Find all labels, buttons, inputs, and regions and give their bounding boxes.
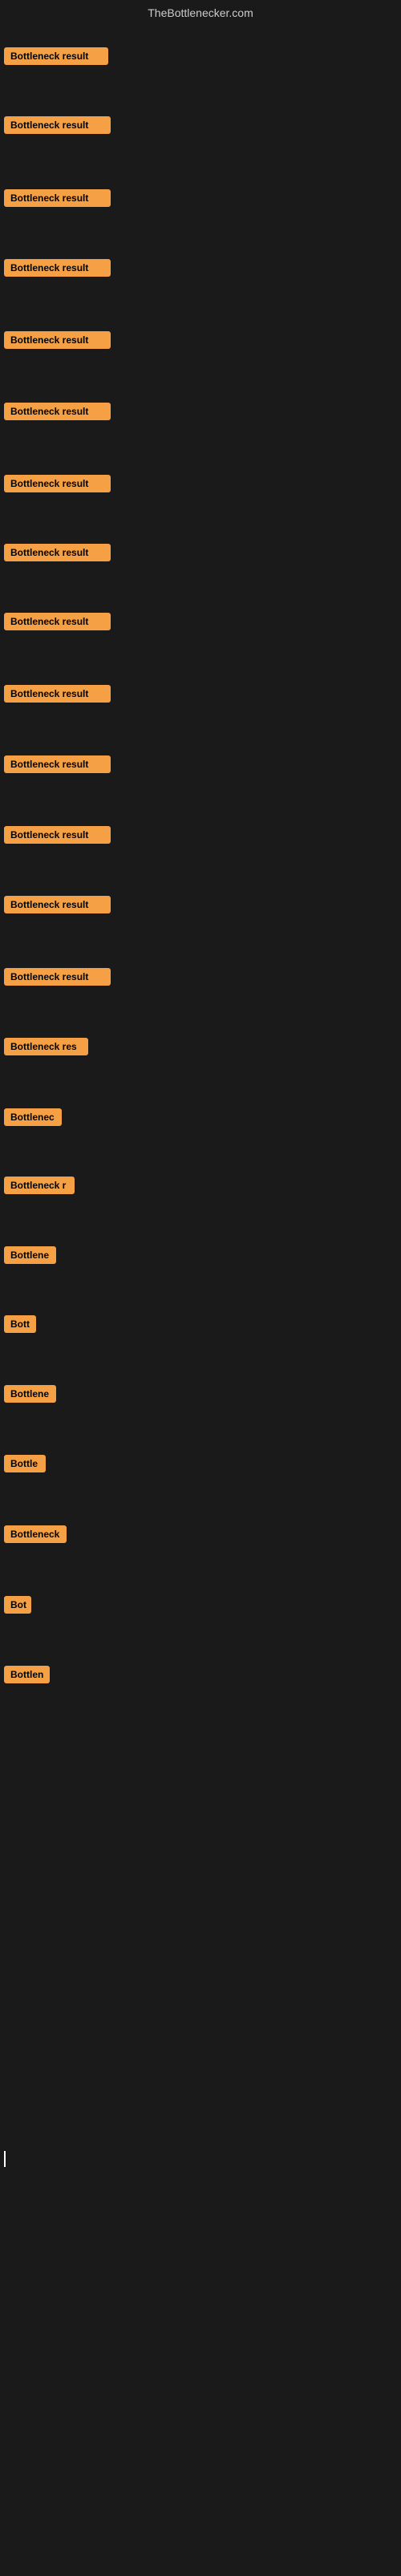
- bottleneck-label-16[interactable]: Bottlenec: [4, 1108, 62, 1126]
- result-item-4: Bottleneck result: [4, 259, 111, 281]
- bottleneck-label-1[interactable]: Bottleneck result: [4, 47, 108, 65]
- bottleneck-label-3[interactable]: Bottleneck result: [4, 189, 111, 207]
- bottleneck-label-8[interactable]: Bottleneck result: [4, 544, 111, 561]
- bottleneck-label-12[interactable]: Bottleneck result: [4, 826, 111, 844]
- results-container: Bottleneck result Bottleneck result Bottle…: [0, 26, 401, 2576]
- result-item-2: Bottleneck result: [4, 116, 111, 138]
- result-item-16: Bottlenec: [4, 1108, 62, 1130]
- result-item-11: Bottleneck result: [4, 755, 111, 777]
- result-item-3: Bottleneck result: [4, 189, 111, 211]
- result-item-22: Bottleneck: [4, 1525, 67, 1547]
- result-item-6: Bottleneck result: [4, 403, 111, 424]
- result-item-20: Bottlene: [4, 1385, 56, 1407]
- result-item-15: Bottleneck res: [4, 1038, 88, 1059]
- bottleneck-label-11[interactable]: Bottleneck result: [4, 755, 111, 773]
- bottleneck-label-4[interactable]: Bottleneck result: [4, 259, 111, 277]
- bottleneck-label-13[interactable]: Bottleneck result: [4, 896, 111, 913]
- site-title: TheBottlenecker.com: [0, 0, 401, 26]
- bottleneck-label-2[interactable]: Bottleneck result: [4, 116, 111, 134]
- bottleneck-label-7[interactable]: Bottleneck result: [4, 475, 111, 492]
- bottleneck-label-9[interactable]: Bottleneck result: [4, 613, 111, 630]
- cursor: [4, 2151, 6, 2167]
- result-item-13: Bottleneck result: [4, 896, 111, 917]
- bottleneck-label-5[interactable]: Bottleneck result: [4, 331, 111, 349]
- result-item-23: Bot: [4, 1596, 31, 1618]
- result-item-12: Bottleneck result: [4, 826, 111, 848]
- bottleneck-label-22[interactable]: Bottleneck: [4, 1525, 67, 1543]
- result-item-5: Bottleneck result: [4, 331, 111, 353]
- bottleneck-label-15[interactable]: Bottleneck res: [4, 1038, 88, 1055]
- bottleneck-label-18[interactable]: Bottlene: [4, 1246, 56, 1264]
- bottleneck-label-14[interactable]: Bottleneck result: [4, 968, 111, 986]
- result-item-7: Bottleneck result: [4, 475, 111, 496]
- result-item-19: Bott: [4, 1315, 36, 1337]
- bottleneck-label-19[interactable]: Bott: [4, 1315, 36, 1333]
- bottleneck-label-21[interactable]: Bottle: [4, 1455, 46, 1472]
- bottleneck-label-24[interactable]: Bottlen: [4, 1666, 50, 1683]
- result-item-8: Bottleneck result: [4, 544, 111, 565]
- result-item-1: Bottleneck result: [4, 47, 108, 69]
- bottleneck-label-6[interactable]: Bottleneck result: [4, 403, 111, 420]
- result-item-10: Bottleneck result: [4, 685, 111, 707]
- result-item-21: Bottle: [4, 1455, 46, 1476]
- bottleneck-label-20[interactable]: Bottlene: [4, 1385, 56, 1403]
- result-item-17: Bottleneck r: [4, 1177, 75, 1198]
- result-item-24: Bottlen: [4, 1666, 50, 1687]
- result-item-9: Bottleneck result: [4, 613, 111, 634]
- bottleneck-label-17[interactable]: Bottleneck r: [4, 1177, 75, 1194]
- bottleneck-label-23[interactable]: Bot: [4, 1596, 31, 1614]
- result-item-14: Bottleneck result: [4, 968, 111, 990]
- bottleneck-label-10[interactable]: Bottleneck result: [4, 685, 111, 703]
- result-item-18: Bottlene: [4, 1246, 56, 1268]
